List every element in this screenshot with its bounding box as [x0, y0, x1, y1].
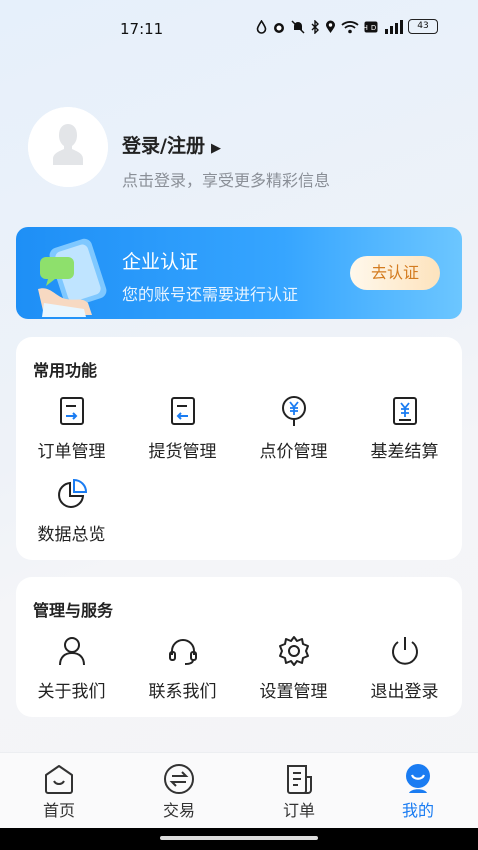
- grid-item-pickup-management[interactable]: 提货管理: [127, 395, 238, 462]
- grid-item-about-us[interactable]: 关于我们: [16, 635, 127, 702]
- common-functions-title: 常用功能: [33, 361, 98, 380]
- services-card: 管理与服务 关于我们 联系我们 设置管理 退出登录: [16, 577, 462, 717]
- bottom-tab-bar: 首页 交易 订单 我的: [0, 752, 478, 828]
- settlement-doc-icon: [392, 397, 417, 425]
- power-icon: [391, 637, 418, 665]
- login-title-text: 登录/注册: [122, 135, 205, 157]
- grid-item-label: 退出登录: [370, 682, 439, 702]
- login-subtitle: 点击登录，享受更多精彩信息: [122, 171, 331, 190]
- tab-label: 我的: [401, 801, 434, 820]
- avatar[interactable]: [28, 107, 108, 187]
- enterprise-verify-banner[interactable]: 企业认证 您的账号还需要进行认证 去认证: [16, 227, 462, 319]
- verify-desc: 您的账号还需要进行认证: [122, 285, 299, 304]
- phone-chat-icon: [38, 238, 107, 317]
- grid-item-label: 基差结算: [370, 442, 439, 462]
- location-icon: [326, 20, 335, 33]
- exchange-icon: [164, 764, 194, 794]
- me-icon: [406, 764, 430, 793]
- wifi-icon: [341, 20, 359, 33]
- user-icon: [58, 637, 85, 666]
- grid-item-price-management[interactable]: 点价管理: [238, 395, 349, 462]
- pickup-doc-icon: [170, 397, 195, 425]
- grid-item-label: 提货管理: [148, 442, 217, 462]
- signal-icon: [385, 19, 403, 34]
- hd-icon: HD: [364, 21, 378, 32]
- status-bar: 17:11 HD 43: [0, 0, 478, 58]
- grid-item-contact-us[interactable]: 联系我们: [127, 635, 238, 702]
- avatar-placeholder-icon: [28, 107, 108, 187]
- system-nav-bar: [0, 828, 478, 850]
- grid-item-label: 设置管理: [259, 682, 328, 702]
- mute-icon: [291, 19, 305, 34]
- order-icon: [287, 765, 312, 794]
- status-icons: HD 43: [256, 19, 438, 34]
- services-title: 管理与服务: [33, 601, 114, 620]
- tab-label: 订单: [282, 801, 315, 820]
- grid-item-settings[interactable]: 设置管理: [238, 635, 349, 702]
- bluetooth-icon: [311, 19, 319, 34]
- verify-title: 企业认证: [122, 251, 199, 273]
- svg-text:HD: HD: [364, 24, 378, 32]
- price-pin-icon: [281, 396, 306, 426]
- tab-label: 交易: [162, 801, 195, 820]
- tab-label: 首页: [42, 801, 75, 820]
- status-time: 17:11: [120, 20, 164, 38]
- profile-header[interactable]: 登录/注册 ▶ 点击登录，享受更多精彩信息: [28, 107, 448, 197]
- gear-icon: [278, 636, 309, 666]
- login-register-link[interactable]: 登录/注册 ▶: [122, 131, 221, 158]
- grid-item-order-management[interactable]: 订单管理: [16, 395, 127, 462]
- grid-item-basis-settlement[interactable]: 基差结算: [349, 395, 460, 462]
- grid-item-label: 点价管理: [259, 442, 328, 462]
- tab-me[interactable]: 我的: [378, 763, 458, 821]
- verify-button[interactable]: 去认证: [350, 256, 440, 290]
- alarm-icon: [274, 22, 284, 33]
- grid-item-label: 数据总览: [37, 525, 106, 545]
- home-indicator[interactable]: [160, 836, 318, 840]
- pie-chart-icon: [57, 478, 87, 508]
- headset-icon: [168, 639, 197, 665]
- common-functions-card: 常用功能 订单管理 提货管理 点价管理 基差结算 数据总览: [16, 337, 462, 560]
- grid-item-data-overview[interactable]: 数据总览: [16, 478, 127, 545]
- home-icon: [45, 765, 73, 794]
- order-doc-icon: [59, 397, 84, 425]
- grid-item-logout[interactable]: 退出登录: [349, 635, 460, 702]
- tab-home[interactable]: 首页: [19, 763, 99, 821]
- drop-icon: [256, 19, 267, 34]
- grid-item-label: 关于我们: [37, 682, 106, 702]
- tab-trade[interactable]: 交易: [139, 763, 219, 821]
- grid-item-label: 联系我们: [148, 682, 217, 702]
- battery-icon: 43: [408, 19, 438, 34]
- grid-item-label: 订单管理: [37, 442, 106, 462]
- triangle-right-icon: ▶: [210, 141, 221, 156]
- tab-orders[interactable]: 订单: [259, 763, 339, 821]
